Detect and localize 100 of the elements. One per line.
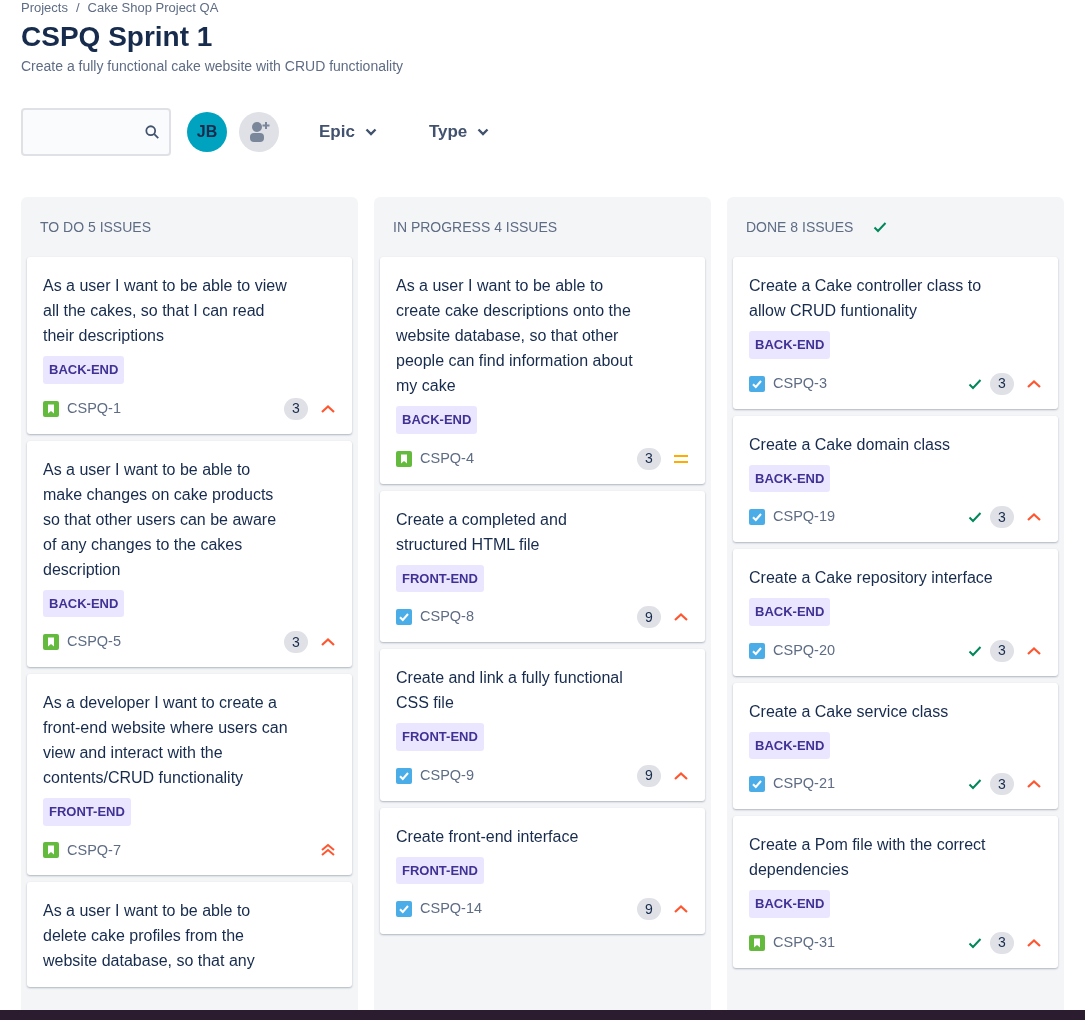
- issue-key[interactable]: CSPQ-14: [420, 898, 483, 920]
- issue-key[interactable]: CSPQ-19: [773, 506, 836, 528]
- story-icon: [43, 634, 59, 650]
- column-title: IN PROGRESS 4 ISSUES: [393, 217, 558, 237]
- story-points: 3: [637, 447, 661, 470]
- epic-label: BACK-END: [749, 331, 831, 359]
- issue-key[interactable]: CSPQ-8: [420, 606, 474, 628]
- epic-label: BACK-END: [749, 464, 831, 492]
- issue-key[interactable]: CSPQ-3: [773, 372, 827, 395]
- story-points: 3: [990, 506, 1014, 528]
- story-icon: [43, 400, 59, 417]
- issue-summary: Create a Cake service class: [749, 701, 950, 722]
- priority-high-icon: [320, 403, 336, 414]
- issue-summary: As a user I want to be able to create cake descriptions onto the website database, so that other people can find information about my cake: [396, 276, 634, 396]
- epic-label: BACK-END: [43, 356, 125, 384]
- epic-label: BACK-END: [396, 406, 478, 434]
- epic-label: FRONT-END: [396, 723, 484, 751]
- issue-key[interactable]: CSPQ-20: [773, 639, 836, 662]
- epic-label: FRONT-END: [43, 798, 131, 826]
- priority-high-icon: [673, 770, 689, 781]
- issue-key[interactable]: CSPQ-7: [67, 839, 121, 862]
- issue-summary: Create and link a fully functional CSS file: [396, 668, 624, 713]
- priority-high-icon: [1026, 512, 1042, 522]
- story-points: 9: [637, 898, 661, 920]
- sprint-goal: Create a fully functional cake website with CRUD functionality: [21, 57, 405, 76]
- search-field[interactable]: [21, 108, 171, 156]
- issue-summary: Create a Pom file with the correct dependencies: [749, 835, 987, 880]
- priority-high-icon: [320, 637, 336, 647]
- issue-summary: As a user I want to be able to delete cake profiles from the website database, so that any: [43, 901, 256, 972]
- priority-high-icon: [673, 904, 689, 914]
- issue-card[interactable]: Create a completed and structured HTML file FRONT-END CSPQ-8 9: [380, 490, 705, 642]
- breadcrumb-separator: /: [75, 0, 80, 16]
- task-icon: [396, 609, 412, 625]
- story-points: 3: [990, 639, 1014, 662]
- add-person-button[interactable]: [239, 112, 279, 152]
- issue-summary: Create a completed and structured HTML file: [396, 509, 568, 555]
- breadcrumb-link[interactable]: Projects: [21, 0, 68, 16]
- story-icon: [43, 842, 59, 859]
- chevron-down-icon: [477, 128, 490, 136]
- issue-key[interactable]: CSPQ-21: [773, 773, 836, 795]
- column-title: DONE 8 ISSUES: [746, 217, 854, 237]
- epic-label: BACK-END: [749, 731, 831, 759]
- epic-label: BACK-END: [43, 589, 125, 617]
- filter-dropdown[interactable]: Type: [416, 113, 502, 151]
- issue-key[interactable]: CSPQ-4: [420, 447, 474, 470]
- story-points: 3: [990, 372, 1014, 395]
- user-avatar[interactable]: JB: [187, 112, 227, 152]
- issue-card[interactable]: Create a Pom file with the correct dependencies BACK-END CSPQ-31 3: [733, 816, 1058, 968]
- task-icon: [749, 776, 765, 792]
- issue-card[interactable]: Create and link a fully functional CSS file FRONT-END CSPQ-9 9: [380, 649, 705, 801]
- issue-summary: As a user I want to be able to make changes on cake products so that other users can be aware of any changes to the cakes description: [43, 459, 278, 580]
- issue-summary: Create a Cake controller class to allow CRUD funtionality: [749, 276, 983, 321]
- story-points: 3: [990, 931, 1014, 954]
- issue-card[interactable]: Create a Cake domain class BACK-END CSPQ-19 3: [733, 415, 1058, 542]
- story-points: 3: [990, 773, 1014, 795]
- issue-card[interactable]: Create front-end interface FRONT-END CSPQ-14 9: [380, 807, 705, 934]
- issue-summary: Create a Cake repository interface: [749, 568, 994, 588]
- task-icon: [749, 642, 765, 659]
- priority-highest-icon: [320, 843, 336, 858]
- story-icon: [396, 450, 412, 467]
- add-person-icon: [247, 120, 271, 144]
- chevron-down-icon: [364, 128, 377, 136]
- board-title: CSPQ Sprint 1: [21, 20, 214, 54]
- column-title: TO DO 5 ISSUES: [40, 217, 151, 237]
- task-icon: [396, 901, 412, 917]
- task-icon: [749, 509, 765, 525]
- task-icon: [396, 767, 412, 784]
- story-points: 3: [284, 631, 308, 653]
- search-icon: [144, 124, 159, 140]
- issue-summary: As a developer I want to create a front-end website where users can view and interact with the contents/CRUD functionality: [43, 693, 289, 788]
- issue-card[interactable]: Create a Cake controller class to allow CRUD funtionality BACK-END CSPQ-3 3: [733, 257, 1058, 409]
- issue-card[interactable]: Create a Cake repository interface BACK-END CSPQ-20 3: [733, 549, 1058, 676]
- issue-card[interactable]: As a user I want to be able to view all the cakes, so that I can read their descriptions BACK-END CSPQ-1 3: [27, 257, 352, 434]
- issue-card[interactable]: As a user I want to be able to delete cake profiles from the website database, so that any: [27, 882, 352, 988]
- issue-key[interactable]: CSPQ-5: [67, 631, 121, 653]
- story-points: 9: [637, 764, 661, 787]
- epic-label: BACK-END: [749, 890, 831, 918]
- priority-high-icon: [1026, 779, 1042, 789]
- issue-key[interactable]: CSPQ-9: [420, 764, 474, 787]
- issue-summary: As a user I want to be able to view all the cakes, so that I can read their descriptions: [43, 276, 288, 346]
- priority-high-icon: [673, 612, 689, 622]
- story-points: 3: [284, 397, 308, 420]
- story-points: 9: [637, 606, 661, 628]
- issue-key[interactable]: CSPQ-31: [773, 931, 836, 954]
- task-icon: [749, 375, 765, 392]
- priority-high-icon: [1026, 937, 1042, 948]
- issue-card[interactable]: Create a Cake service class BACK-END CSPQ-21 3: [733, 682, 1058, 809]
- issue-card[interactable]: As a user I want to be able to make changes on cake products so that other users can be aware of any changes to the cakes description BACK-END CSPQ-5 3: [27, 440, 352, 667]
- breadcrumb-link[interactable]: Cake Shop Project QA: [87, 0, 219, 16]
- epic-label: FRONT-END: [396, 856, 484, 884]
- issue-card[interactable]: As a user I want to be able to create cake descriptions onto the website database, so that other people can find information about my cake BACK-END CSPQ-4 3: [380, 257, 705, 484]
- epic-label: FRONT-END: [396, 564, 484, 592]
- priority-high-icon: [1026, 378, 1042, 389]
- priority-high-icon: [1026, 645, 1042, 656]
- issue-card[interactable]: As a developer I want to create a front-end website where users can view and interact with the contents/CRUD functionality FRONT-END CSPQ-7: [27, 674, 352, 876]
- filter-dropdown[interactable]: Epic: [307, 113, 389, 151]
- priority-medium-icon: [673, 453, 689, 464]
- issue-key[interactable]: CSPQ-1: [67, 397, 121, 420]
- issue-summary: Create front-end interface: [396, 826, 580, 847]
- issue-summary: Create a Cake domain class: [749, 434, 951, 455]
